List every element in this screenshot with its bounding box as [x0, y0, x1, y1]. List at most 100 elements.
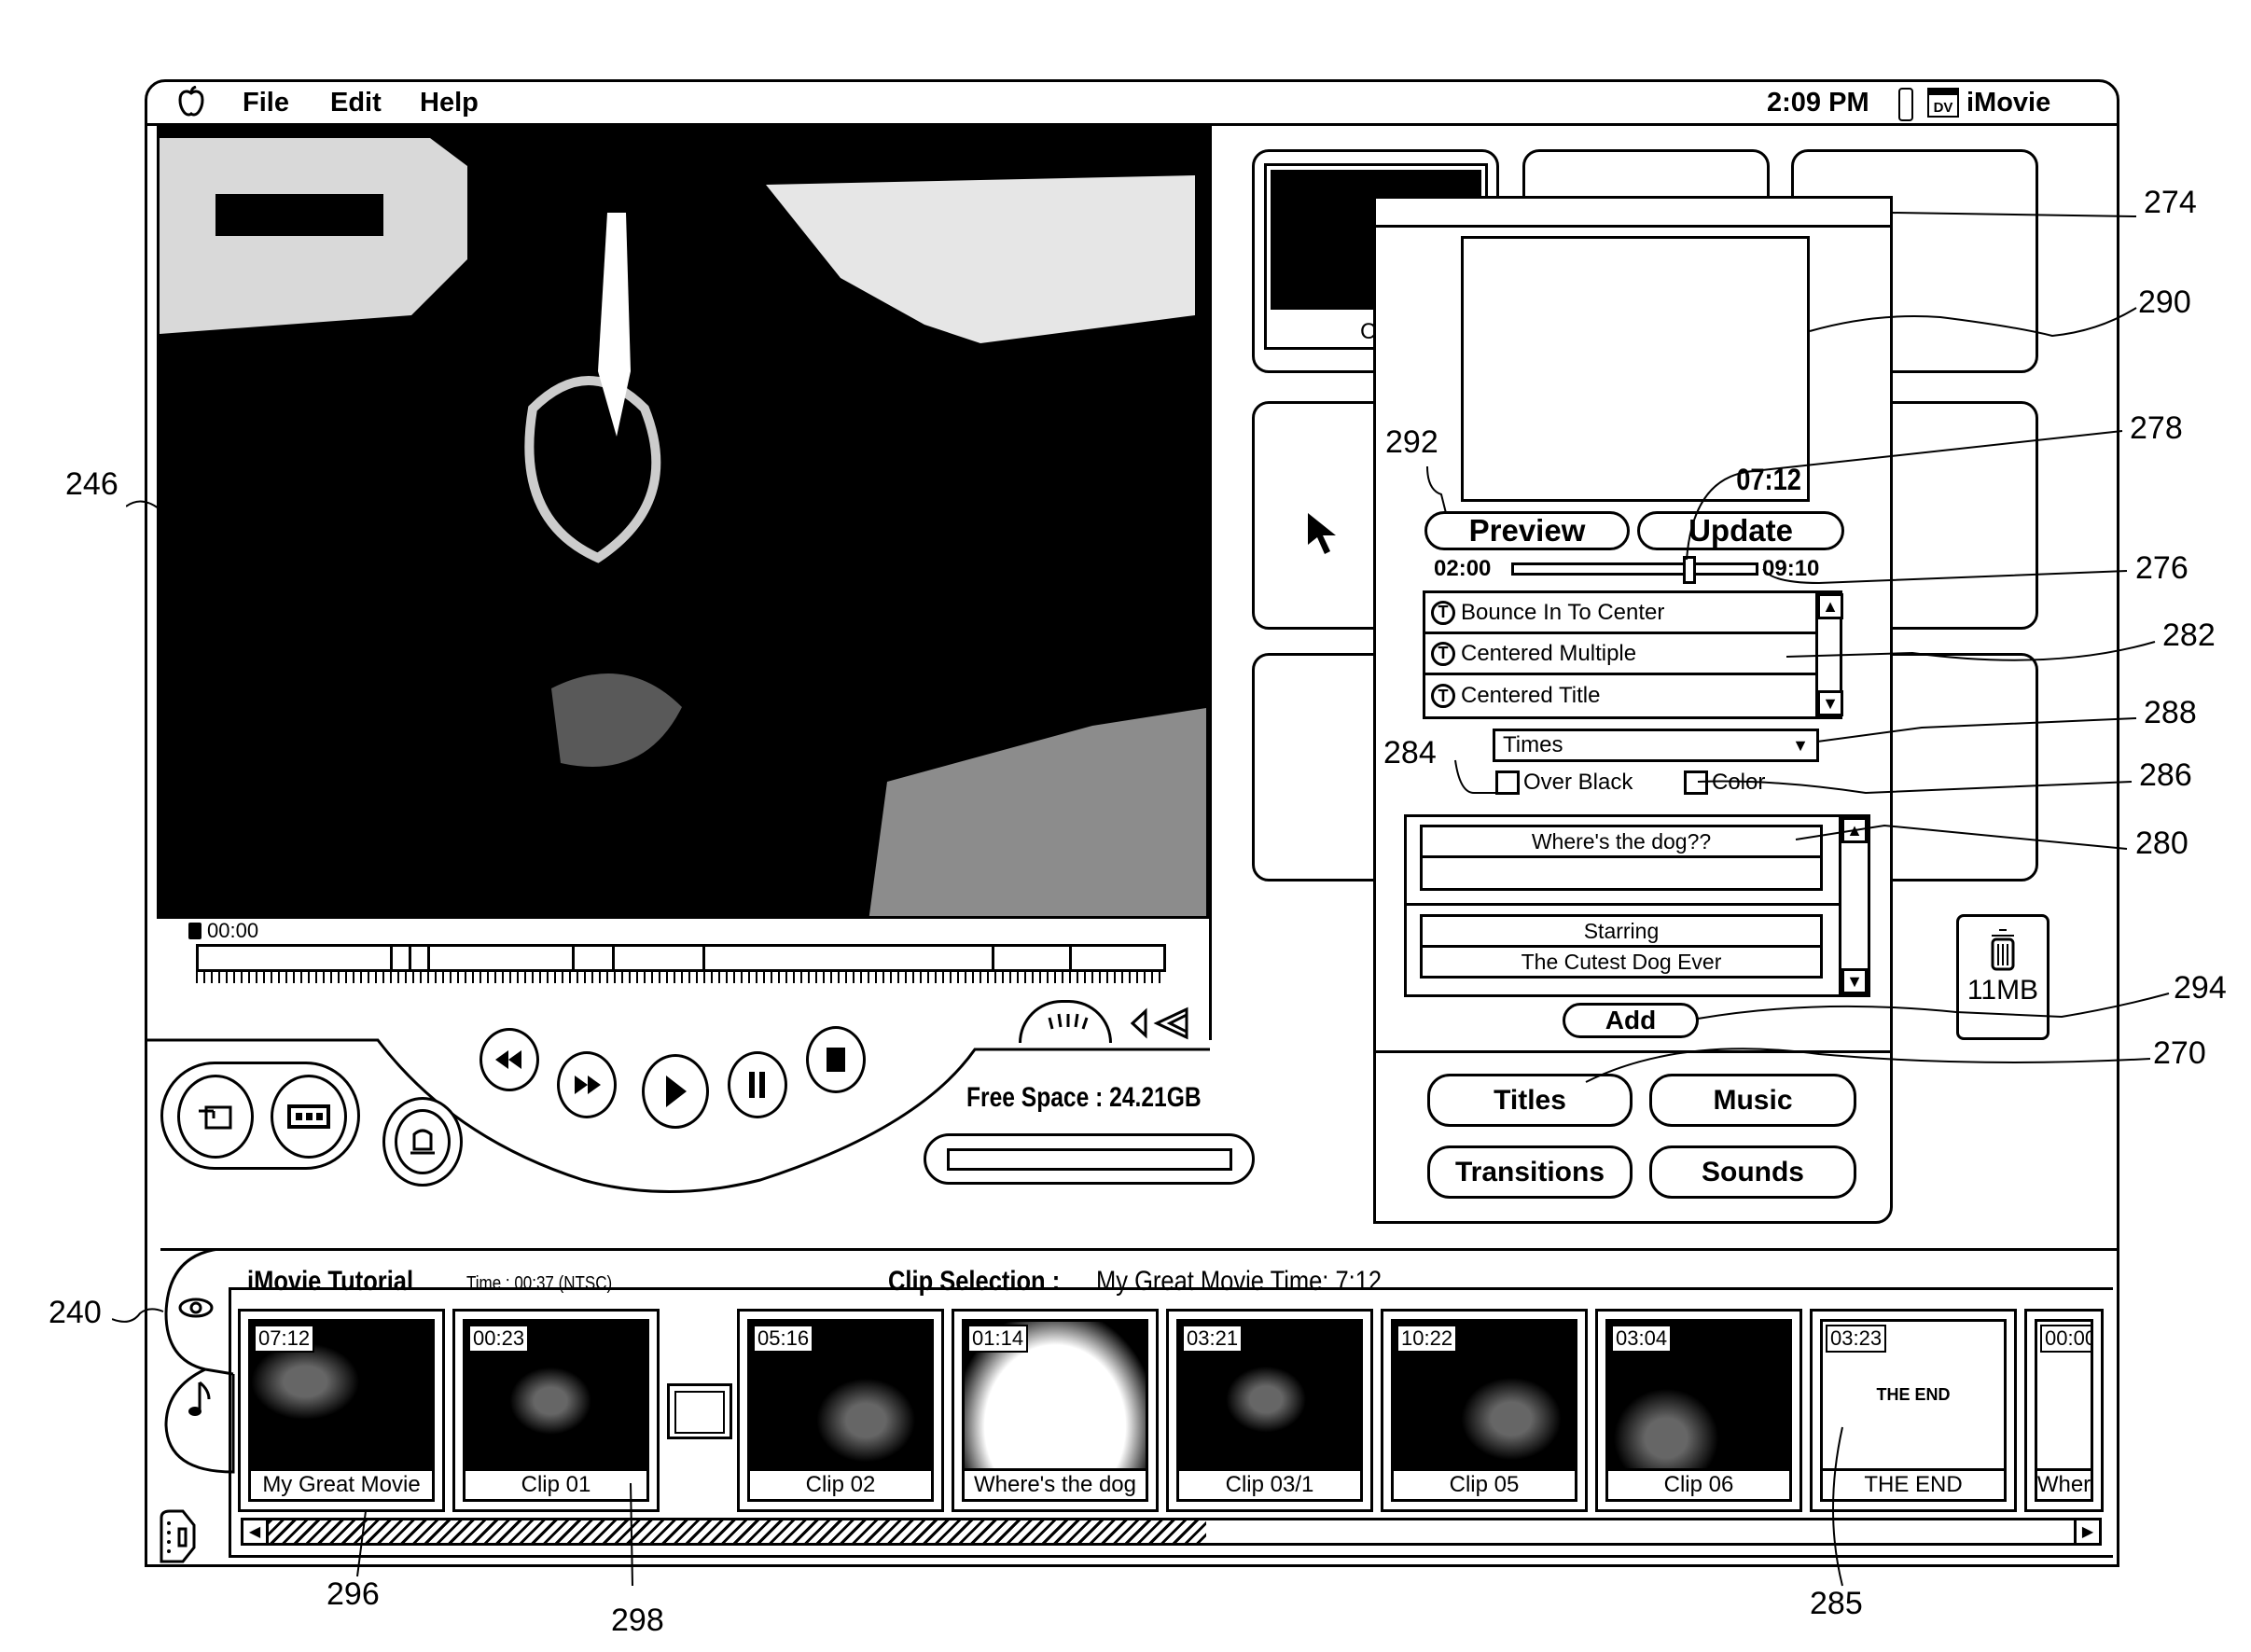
timeline-clip[interactable]: 07:12 My Great Movie [238, 1309, 445, 1512]
title-preview-time: 07:12 [1736, 463, 1801, 496]
timeline-clip[interactable]: 00:00 Wher [2024, 1309, 2104, 1512]
scroll-right-arrow-icon[interactable]: ▶ [2074, 1520, 2099, 1543]
update-button[interactable]: Update [1637, 511, 1844, 550]
font-select[interactable]: Times ▼ [1493, 729, 1819, 762]
menubar-divider-icon [1898, 88, 1913, 121]
scrubber-bar[interactable] [196, 944, 1166, 972]
menu-help[interactable]: Help [420, 88, 479, 118]
timeline-clip[interactable]: 03:21 Clip 03/1 [1166, 1309, 1373, 1512]
over-black-option[interactable]: Over Black [1495, 770, 1633, 796]
sounds-tab-button[interactable]: Sounds [1649, 1145, 1856, 1199]
scrubber-segment [992, 947, 994, 969]
stop-button[interactable] [806, 1026, 866, 1093]
clip-duration: 07:12 [254, 1325, 315, 1353]
edit-mode-button[interactable] [271, 1075, 347, 1159]
title-style-item[interactable]: T Bounce In To Center [1425, 593, 1815, 634]
dv-label: DV [1933, 100, 1953, 116]
title-speed-slider[interactable] [1511, 556, 1758, 584]
rewind-button[interactable] [479, 1028, 539, 1091]
shelf-scroll-thumb[interactable] [269, 1520, 1206, 1543]
playhead-time: 00:00 [207, 919, 259, 942]
ref-numeral-286: 286 [2139, 757, 2192, 793]
timeline-clip[interactable]: 03:04 Clip 06 [1595, 1309, 1802, 1512]
apple-menu-icon[interactable] [177, 85, 205, 125]
title-style-list[interactable]: T Bounce In To Center T Centered Multipl… [1423, 590, 1843, 719]
title-style-label: Bounce In To Center [1461, 599, 1665, 625]
clip-selection-value: My Great Movie Time: 7:12 [1096, 1266, 1383, 1297]
fast-forward-icon [575, 1076, 601, 1094]
transition-slot[interactable] [667, 1383, 732, 1439]
video-frame-image [160, 129, 1206, 916]
ref-numeral-276: 276 [2135, 550, 2188, 586]
title-text-field[interactable]: Starring [1420, 914, 1823, 948]
free-space-meter [924, 1133, 1255, 1185]
music-tab-button[interactable]: Music [1649, 1074, 1856, 1127]
audio-connector-button[interactable] [159, 1508, 196, 1564]
text-entries-scrollbar[interactable]: ▲ ▼ [1839, 817, 1870, 994]
titles-panel: 07:12 Preview Update 02:00 09:10 T Bounc… [1373, 196, 1893, 1224]
ref-numeral-274: 274 [2144, 185, 2197, 220]
menu-file[interactable]: File [243, 88, 289, 118]
clip-thumbnail: 03:21 [1176, 1319, 1363, 1474]
title-style-item[interactable]: T Centered Multiple [1425, 634, 1815, 675]
playhead[interactable]: 00:00 [188, 919, 258, 943]
title-preview-window: 07:12 [1461, 236, 1810, 502]
free-space-bar [946, 1147, 1232, 1171]
clip-label: Clip 03/1 [1176, 1468, 1363, 1502]
ref-numeral-294: 294 [2174, 970, 2227, 1006]
title-text-field[interactable]: The Cutest Dog Ever [1420, 945, 1823, 979]
scroll-up-arrow-icon[interactable]: ▲ [1841, 817, 1868, 843]
timeline-clip[interactable]: 10:22 Clip 05 [1381, 1309, 1588, 1512]
video-monitor[interactable] [157, 126, 1209, 919]
volume-knob[interactable] [1019, 1000, 1112, 1043]
trash-button[interactable]: 11MB [1956, 914, 2050, 1040]
shelf-scrollbar[interactable]: ◀ ▶ [241, 1518, 2102, 1546]
slider-min-label: 02:00 [1434, 556, 1492, 581]
timeline-clip[interactable]: 05:16 Clip 02 [737, 1309, 944, 1512]
clip-thumbnail: 01:14 [962, 1319, 1148, 1474]
title-text-field[interactable]: Where's the dog?? [1420, 825, 1823, 858]
menubar-clock: 2:09 PM [1767, 88, 1869, 118]
color-checkbox[interactable] [1684, 770, 1708, 795]
over-black-checkbox[interactable] [1495, 770, 1520, 795]
scroll-down-arrow-icon[interactable]: ▼ [1817, 690, 1843, 716]
dv-app-icon[interactable]: DV [1927, 88, 1959, 118]
clip-duration: 03:23 [1826, 1325, 1887, 1353]
fast-forward-button[interactable] [557, 1051, 617, 1118]
title-style-scrollbar[interactable]: ▲ ▼ [1815, 593, 1843, 716]
title-style-icon: T [1431, 684, 1455, 708]
ref-leader [112, 1308, 164, 1323]
eye-tab[interactable] [177, 1297, 215, 1324]
title-text-field[interactable] [1420, 855, 1823, 891]
playhead-marker-icon[interactable] [188, 923, 201, 939]
play-button[interactable] [642, 1054, 709, 1129]
app-name[interactable]: iMovie [1966, 88, 2050, 118]
stop-icon [827, 1048, 845, 1072]
preview-button[interactable]: Preview [1424, 511, 1630, 550]
scroll-left-arrow-icon[interactable]: ◀ [243, 1520, 269, 1543]
add-title-button[interactable]: Add [1563, 1003, 1699, 1038]
pause-button[interactable] [728, 1051, 787, 1118]
scrubber-segment [702, 947, 705, 969]
titles-tab-button[interactable]: Titles [1427, 1074, 1633, 1127]
menu-edit[interactable]: Edit [330, 88, 382, 118]
clip-thumbnail: 05:16 [747, 1319, 934, 1474]
timeline-clip[interactable]: 00:23 Clip 01 [452, 1309, 660, 1512]
slider-thumb[interactable] [1683, 556, 1696, 584]
clip-duration: 03:21 [1182, 1325, 1244, 1353]
timeline-clip[interactable]: THE END 03:23 THE END [1810, 1309, 2017, 1512]
audio-tab[interactable] [187, 1379, 215, 1424]
speaker-icon[interactable] [1131, 1006, 1198, 1041]
timeline-clip[interactable]: 01:14 Where's the dog [952, 1309, 1159, 1512]
title-style-item[interactable]: T Centered Title [1425, 675, 1815, 716]
clip-thumbnail: THE END 03:23 [1820, 1319, 2007, 1474]
panel-divider [1376, 1050, 1890, 1053]
ref-numeral-290: 290 [2138, 285, 2191, 320]
clip-thumbnail: 10:22 [1391, 1319, 1577, 1474]
home-button[interactable] [382, 1097, 463, 1187]
scroll-up-arrow-icon[interactable]: ▲ [1817, 593, 1843, 619]
transitions-tab-button[interactable]: Transitions [1427, 1145, 1633, 1199]
camera-mode-button[interactable] [177, 1075, 254, 1159]
scroll-down-arrow-icon[interactable]: ▼ [1841, 968, 1868, 994]
color-option[interactable]: Color [1684, 770, 1765, 796]
